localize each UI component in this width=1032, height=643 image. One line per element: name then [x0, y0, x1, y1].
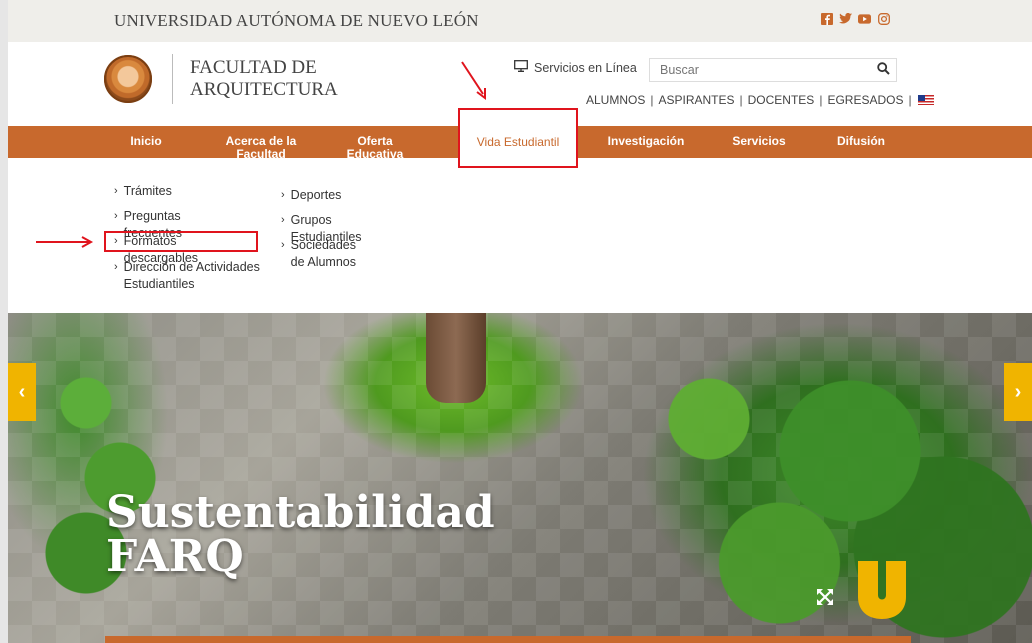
aspirantes-link[interactable]: ASPIRANTES: [653, 93, 739, 107]
chevron-left-icon: ‹: [18, 380, 26, 403]
monitor-icon: [514, 60, 528, 75]
faculty-title-line2: ARQUITECTURA: [190, 79, 338, 100]
annotation-arrow-down-icon: [461, 61, 486, 100]
youtube-icon[interactable]: [858, 12, 871, 25]
egresados-link[interactable]: EGRESADOS: [822, 93, 908, 107]
nav-difusion[interactable]: Difusión: [830, 135, 892, 148]
us-flag-icon[interactable]: [917, 95, 934, 105]
hero-image-foliage-right: [568, 323, 1032, 643]
twitter-icon[interactable]: [839, 12, 852, 25]
social-links: [820, 12, 890, 25]
chevron-right-icon: ›: [281, 239, 285, 251]
chevron-right-icon: ›: [281, 214, 285, 226]
servicios-label: Servicios en Línea: [534, 60, 637, 75]
nav-inicio[interactable]: Inicio: [123, 135, 169, 148]
nav-acerca[interactable]: Acerca de la Facultad: [222, 135, 300, 159]
top-bar: UNIVERSIDAD AUTÓNOMA DE NUEVO LEÓN: [8, 0, 1032, 42]
chevron-right-icon: ›: [1014, 380, 1022, 403]
hero-title-line2: FARQ: [106, 531, 244, 582]
header-divider: [172, 54, 173, 104]
faculty-title[interactable]: FACULTAD DE ARQUITECTURA: [190, 57, 338, 101]
search-input[interactable]: [658, 62, 862, 78]
servicios-en-linea-link[interactable]: Servicios en Línea: [514, 60, 637, 75]
annotation-arrow-right-icon: [36, 236, 94, 248]
annotation-highlight-nav: [458, 108, 578, 168]
chevron-right-icon: ›: [114, 185, 118, 197]
expand-icon[interactable]: [816, 588, 834, 611]
slider-next-button[interactable]: ›: [1004, 363, 1032, 421]
university-name[interactable]: UNIVERSIDAD AUTÓNOMA DE NUEVO LEÓN: [114, 11, 479, 31]
docentes-link[interactable]: DOCENTES: [743, 93, 820, 107]
hero-title: Sustentabilidad FARQ: [106, 491, 495, 579]
chevron-right-icon: ›: [114, 261, 118, 273]
search-box[interactable]: [649, 58, 897, 82]
search-icon[interactable]: [877, 62, 890, 80]
menu-item-sociedades[interactable]: › Sociedades de Alumnos: [281, 237, 356, 271]
nav-oferta[interactable]: Oferta Educativa: [344, 135, 406, 159]
menu-item-deportes[interactable]: › Deportes: [281, 187, 341, 204]
audience-links: ALUMNOS | ASPIRANTES | DOCENTES | EGRESADOS…: [581, 93, 934, 107]
faculty-logo[interactable]: [104, 55, 152, 103]
annotation-highlight-formatos: [104, 231, 258, 252]
faculty-title-line1: FACULTAD DE: [190, 57, 317, 78]
nav-servicios[interactable]: Servicios: [726, 135, 792, 148]
hero-slider: ‹ › Sustentabilidad FARQ: [8, 313, 1032, 643]
slider-prev-button[interactable]: ‹: [8, 363, 36, 421]
chevron-right-icon: ›: [281, 189, 285, 201]
menu-item-tramites[interactable]: › Trámites: [114, 183, 172, 200]
page-edge: [0, 0, 8, 643]
hero-image-tree: [426, 313, 486, 403]
hero-title-line1: Sustentabilidad: [106, 487, 495, 538]
menu-item-direccion[interactable]: › Dirección de Actividades Estudiantiles: [114, 259, 274, 293]
uanl-u-logo: [858, 561, 906, 619]
alumnos-link[interactable]: ALUMNOS: [581, 93, 650, 107]
facebook-icon[interactable]: [820, 12, 833, 25]
nav-investigacion[interactable]: Investigación: [606, 135, 686, 148]
instagram-icon[interactable]: [877, 12, 890, 25]
chevron-right-icon: ›: [114, 210, 118, 222]
hero-bottom-bar: [105, 636, 911, 643]
